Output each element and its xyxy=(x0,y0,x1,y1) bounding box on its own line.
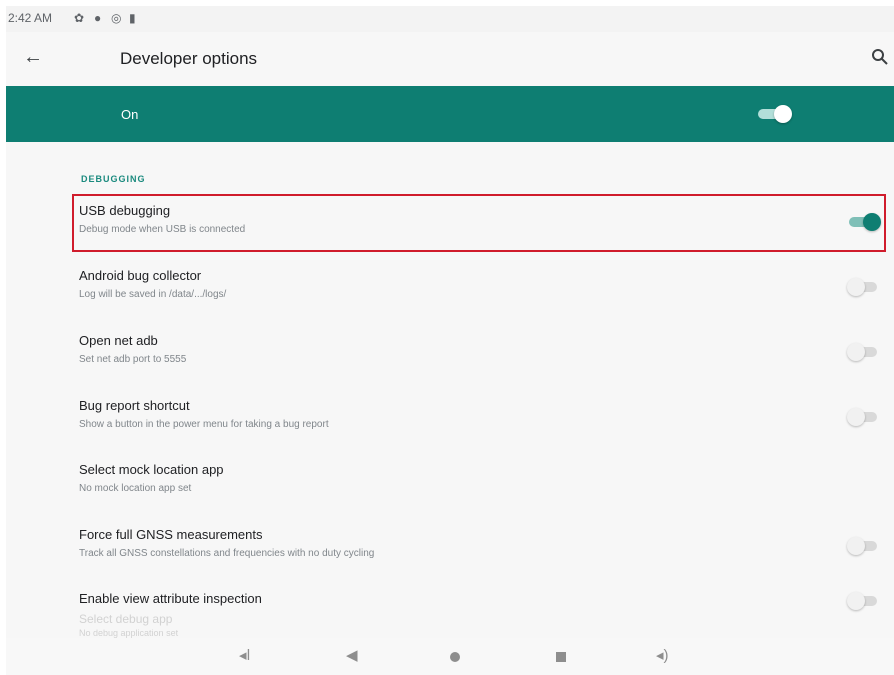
section-header-debugging: DEBUGGING xyxy=(81,174,146,184)
toggle-thumb xyxy=(847,343,865,361)
toggle-thumb xyxy=(774,105,792,123)
setting-title: Force full GNSS measurements xyxy=(79,527,263,542)
toggle-thumb xyxy=(847,537,865,555)
setting-usb-debugging[interactable]: USB debugging Debug mode when USB is con… xyxy=(72,194,892,250)
status-bar: 2:42 AM ✿ ● ◎ ▮ xyxy=(6,6,894,32)
bug-collector-toggle[interactable] xyxy=(847,277,883,297)
setting-select-mock-location-app[interactable]: Select mock location app No mock locatio… xyxy=(72,453,892,509)
home-circle-icon[interactable] xyxy=(450,652,460,662)
setting-open-net-adb[interactable]: Open net adb Set net adb port to 5555 xyxy=(72,324,892,380)
master-switch-label: On xyxy=(121,107,139,122)
status-time: 2:42 AM xyxy=(8,11,53,25)
setting-title: Open net adb xyxy=(79,333,158,348)
partial-row-title: Select debug app xyxy=(79,612,173,626)
device-screen: 2:42 AM ✿ ● ◎ ▮ ← Developer options On D… xyxy=(6,6,894,675)
view-attribute-toggle[interactable] xyxy=(847,591,883,611)
master-switch-bar[interactable]: On xyxy=(6,86,894,142)
setting-subtitle: Debug mode when USB is connected xyxy=(79,224,246,235)
volume-up-icon[interactable]: ◂) xyxy=(656,646,669,664)
usb-debugging-toggle[interactable] xyxy=(847,212,883,232)
volume-down-icon[interactable]: ◂ǀ xyxy=(239,646,250,664)
page-title: Developer options xyxy=(120,49,258,68)
shield-icon: ● xyxy=(94,11,102,25)
setting-subtitle: Set net adb port to 5555 xyxy=(79,354,187,365)
setting-subtitle: Log will be saved in /data/.../logs/ xyxy=(79,289,227,300)
settings-gear-icon: ✿ xyxy=(74,11,85,25)
back-triangle-icon[interactable]: ◀ xyxy=(346,646,358,664)
setting-subtitle: Track all GNSS constellations and freque… xyxy=(79,548,375,559)
toggle-thumb xyxy=(847,408,865,426)
sd-card-icon: ▮ xyxy=(129,11,136,25)
arrow-left-icon[interactable]: ← xyxy=(23,46,43,69)
setting-view-attribute-inspection[interactable]: Enable view attribute inspection xyxy=(72,573,892,629)
toggle-thumb xyxy=(863,213,881,231)
search-icon[interactable] xyxy=(870,47,890,67)
gnss-toggle[interactable] xyxy=(847,536,883,556)
app-bar: ← Developer options xyxy=(6,32,894,86)
setting-subtitle: Show a button in the power menu for taki… xyxy=(79,419,329,430)
setting-title: Select mock location app xyxy=(79,462,224,477)
setting-title: USB debugging xyxy=(79,203,171,218)
setting-force-full-gnss[interactable]: Force full GNSS measurements Track all G… xyxy=(72,518,892,574)
setting-android-bug-collector[interactable]: Android bug collector Log will be saved … xyxy=(72,259,892,315)
setting-bug-report-shortcut[interactable]: Bug report shortcut Show a button in the… xyxy=(72,389,892,445)
setting-title: Bug report shortcut xyxy=(79,398,190,413)
master-toggle[interactable] xyxy=(756,104,792,124)
bug-report-shortcut-toggle[interactable] xyxy=(847,407,883,427)
vpn-icon: ◎ xyxy=(111,11,122,25)
setting-subtitle: No mock location app set xyxy=(79,483,192,494)
toggle-thumb xyxy=(847,278,865,296)
navigation-bar: ◂ǀ ◀ ◂) xyxy=(6,638,894,675)
net-adb-toggle[interactable] xyxy=(847,342,883,362)
setting-title: Enable view attribute inspection xyxy=(79,591,262,606)
recents-square-icon[interactable] xyxy=(556,652,566,662)
partial-row-subtitle: No debug application set xyxy=(79,628,179,638)
setting-title: Android bug collector xyxy=(79,268,202,283)
toggle-thumb xyxy=(847,592,865,610)
